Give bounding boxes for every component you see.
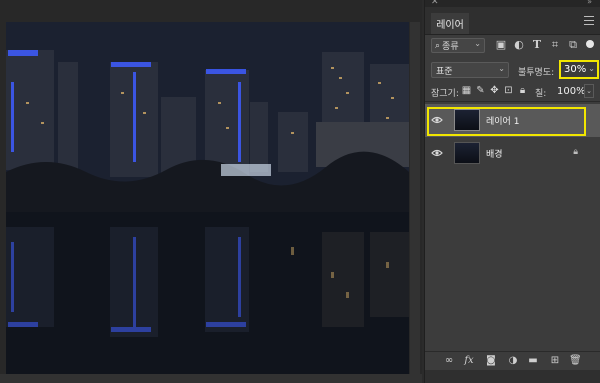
adjustment-icon[interactable]: ◑ [507, 355, 519, 367]
layer-thumbnail [454, 142, 480, 164]
lock-label: 잠그기: [431, 89, 459, 99]
lock-position-icon[interactable]: ✥ [489, 85, 500, 96]
layers-panel: ✕ » 레이어 ⌕ 종류 ⌄ ▣ ◐ T ⌗ ⧉ 표준 ⌄ 불투명도: 30% … [424, 0, 600, 383]
layer-name[interactable]: 배경 [486, 147, 503, 160]
fill-label: 칠: [535, 89, 547, 99]
lock-row: 잠그기: ▦ ✎ ✥ ⊡ 🔒︎ 칠: 100% ⌄ [431, 84, 594, 100]
blend-mode-value: 표준 [436, 66, 453, 77]
panel-footer [425, 370, 600, 383]
document-canvas-area[interactable] [0, 0, 422, 383]
layers-list: 레이어 1 배경 🔒︎ [425, 101, 600, 356]
opacity-value: 30% [564, 64, 587, 75]
blend-mode-select[interactable]: 표준 ⌄ [431, 62, 509, 78]
fill-input[interactable]: 100% [557, 86, 586, 97]
new-layer-icon[interactable]: ⊞ [549, 355, 561, 367]
shape-filter-icon[interactable]: ⌗ [549, 39, 561, 51]
artboard-nesting-icon[interactable]: ⊡ [503, 85, 514, 96]
chevron-down-icon[interactable]: ⌄ [584, 84, 594, 98]
fx-icon[interactable]: fx [463, 355, 475, 367]
lock-all-icon[interactable]: 🔒︎ [517, 85, 528, 96]
link-icon[interactable]: ∞ [443, 355, 455, 367]
lock-transparent-pixels-icon[interactable]: ▦ [461, 85, 472, 96]
filter-kind-label: 종류 [442, 42, 459, 52]
chevron-down-icon: ⌄ [498, 64, 505, 73]
layer-row-layer-1[interactable]: 레이어 1 [425, 104, 600, 137]
panel-tab-bar: 레이어 [425, 7, 600, 35]
lock-icon[interactable]: 🔒︎ [573, 147, 578, 157]
mask-icon[interactable]: ◙ [485, 355, 497, 367]
opacity-input[interactable]: 30% ⌄ [559, 60, 599, 79]
layers-bottom-toolbar: ∞ fx ◙ ◑ ▬ ⊞ 🗑︎ [425, 351, 600, 370]
vertical-scrollbar[interactable] [410, 22, 420, 374]
opacity-label: 불투명도: [518, 68, 555, 78]
filter-kind-select[interactable]: ⌕ 종류 ⌄ [431, 38, 485, 53]
canvas-image-night-city[interactable] [6, 22, 409, 374]
panel-title-bar[interactable]: ✕ » [425, 0, 600, 7]
selected-layer-highlight [427, 107, 586, 136]
layer-filter-row: ⌕ 종류 ⌄ ▣ ◐ T ⌗ ⧉ [431, 38, 594, 55]
chevron-down-icon: ⌄ [474, 39, 481, 48]
filter-toggle-icon[interactable] [586, 40, 594, 48]
eye-icon[interactable] [431, 148, 443, 158]
chevron-down-icon[interactable]: ⌄ [588, 64, 595, 73]
lock-image-pixels-icon[interactable]: ✎ [475, 85, 486, 96]
panel-menu-icon[interactable] [584, 16, 594, 25]
image-filter-icon[interactable]: ▣ [495, 39, 507, 51]
horizontal-scrollbar[interactable] [0, 374, 422, 383]
smart-object-filter-icon[interactable]: ⧉ [567, 39, 579, 51]
tab-layers[interactable]: 레이어 [431, 13, 469, 34]
adjustment-filter-icon[interactable]: ◐ [513, 39, 525, 51]
collapse-panel-icon[interactable]: » [587, 0, 592, 7]
search-icon: ⌕ [435, 40, 441, 51]
close-panel-icon[interactable]: ✕ [431, 0, 439, 7]
type-filter-icon[interactable]: T [531, 39, 543, 51]
group-icon[interactable]: ▬ [527, 355, 539, 367]
layer-row-background[interactable]: 배경 🔒︎ [425, 137, 600, 170]
trash-icon[interactable]: 🗑︎ [569, 355, 582, 367]
blend-opacity-row: 표준 ⌄ 불투명도: 30% ⌄ [431, 60, 599, 79]
